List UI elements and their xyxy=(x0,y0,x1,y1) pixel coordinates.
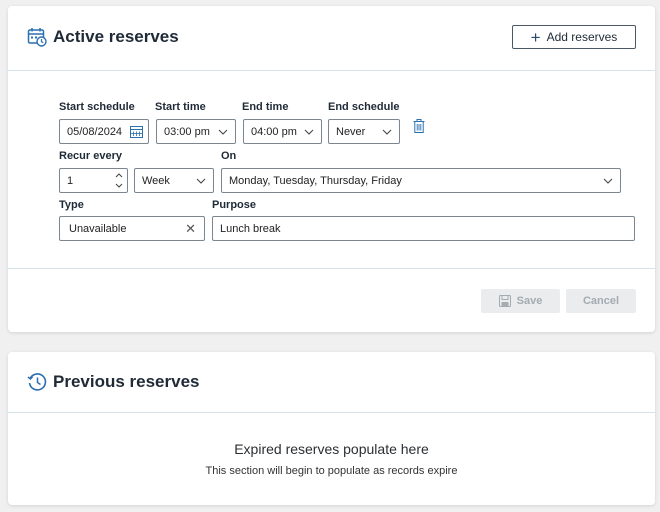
purpose-input[interactable]: Lunch break xyxy=(212,216,635,241)
save-label: Save xyxy=(516,295,543,307)
floppy-disk-icon xyxy=(498,295,511,307)
on-days-value: Monday, Tuesday, Thursday, Friday xyxy=(229,174,402,187)
type-value: Unavailable xyxy=(69,222,127,235)
purpose-label: Purpose xyxy=(212,199,257,211)
active-reserves-card: Active reserves + Add reserves Start sch… xyxy=(8,6,655,332)
type-label: Type xyxy=(59,199,84,211)
end-schedule-select[interactable]: Never xyxy=(328,119,400,144)
chevron-down-icon xyxy=(218,129,228,135)
previous-header-divider xyxy=(8,412,655,413)
end-time-select[interactable]: 04:00 pm xyxy=(243,119,322,144)
start-schedule-date-input[interactable]: 05/08/2024 xyxy=(59,119,149,144)
recur-count-stepper[interactable]: 1 xyxy=(59,168,128,193)
end-schedule-label: End schedule xyxy=(328,101,400,113)
chevron-down-icon xyxy=(382,129,392,135)
recur-count-value: 1 xyxy=(67,174,74,187)
chevron-down-icon xyxy=(196,178,206,184)
empty-state-title: Expired reserves populate here xyxy=(234,441,429,457)
active-reserves-title: Active reserves xyxy=(53,27,179,46)
previous-reserves-card: Previous reserves Expired reserves popul… xyxy=(8,352,655,505)
previous-reserves-heading: Previous reserves xyxy=(27,372,200,392)
chevron-down-icon xyxy=(304,129,314,135)
empty-state-subtitle: This section will begin to populate as r… xyxy=(205,465,458,477)
add-reserves-button[interactable]: + Add reserves xyxy=(512,25,636,49)
recur-unit-value: Week xyxy=(142,174,170,187)
end-schedule-value: Never xyxy=(336,125,366,138)
plus-icon: + xyxy=(530,27,541,47)
recur-every-label: Recur every xyxy=(59,150,122,162)
save-button[interactable]: Save xyxy=(481,289,560,313)
recur-unit-select[interactable]: Week xyxy=(134,168,214,193)
cancel-label: Cancel xyxy=(582,295,620,307)
trash-icon[interactable] xyxy=(413,119,425,133)
footer-divider xyxy=(8,268,655,269)
on-label: On xyxy=(221,150,237,162)
chevron-down-icon xyxy=(603,178,613,184)
calendar-clock-icon xyxy=(27,27,47,47)
purpose-value: Lunch break xyxy=(220,222,281,235)
start-schedule-value: 05/08/2024 xyxy=(67,125,123,138)
add-reserves-label: Add reserves xyxy=(546,30,618,44)
close-icon[interactable]: ✕ xyxy=(185,222,196,235)
increment-icon[interactable] xyxy=(115,172,123,178)
start-schedule-label: Start schedule xyxy=(59,101,135,113)
type-select[interactable]: Unavailable ✕ xyxy=(59,216,205,241)
active-reserves-heading: Active reserves xyxy=(27,27,179,47)
start-time-label: Start time xyxy=(155,101,206,113)
cancel-button[interactable]: Cancel xyxy=(566,289,636,313)
previous-reserves-title: Previous reserves xyxy=(53,372,200,391)
header-divider xyxy=(8,70,655,71)
decrement-icon[interactable] xyxy=(115,183,123,189)
calendar-icon[interactable] xyxy=(130,125,143,138)
end-time-label: End time xyxy=(242,101,289,113)
history-icon xyxy=(27,372,47,392)
end-time-value: 04:00 pm xyxy=(251,125,297,138)
start-time-value: 03:00 pm xyxy=(164,125,210,138)
on-days-select[interactable]: Monday, Tuesday, Thursday, Friday xyxy=(221,168,621,193)
start-time-select[interactable]: 03:00 pm xyxy=(156,119,236,144)
